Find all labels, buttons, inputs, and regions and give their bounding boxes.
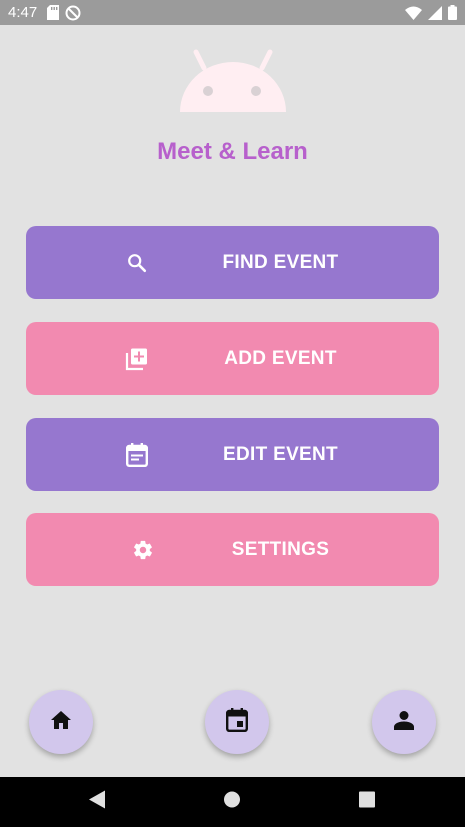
home-nav-button[interactable] [29,690,93,754]
add-to-library-icon [124,346,150,372]
search-icon [124,250,150,276]
settings-button[interactable]: SETTINGS [26,513,439,586]
calendar-nav-button[interactable] [205,690,269,754]
find-event-button[interactable]: FIND EVENT [26,226,439,299]
wifi-icon [405,6,422,20]
gear-icon [130,537,156,563]
profile-nav-button[interactable] [372,690,436,754]
system-nav-bar [0,777,465,827]
status-bar: 4:47 [0,0,465,25]
app-title: Meet & Learn [157,138,308,165]
signal-icon [428,5,442,20]
add-event-button[interactable]: ADD EVENT [26,322,439,395]
home-icon [50,710,72,735]
settings-label: SETTINGS [231,538,330,560]
status-left-icons [47,5,81,21]
add-event-label: ADD EVENT [224,347,337,369]
home-circle-icon[interactable] [224,791,241,813]
edit-event-label: EDIT EVENT [223,443,338,465]
back-triangle-icon[interactable] [89,790,105,814]
battery-icon [448,5,457,20]
status-time: 4:47 [8,4,38,21]
sd-card-icon [47,5,60,20]
status-right-icons [405,5,457,20]
edit-event-button[interactable]: EDIT EVENT [26,418,439,491]
no-sync-icon [65,5,81,21]
event-note-icon [124,442,150,468]
recents-square-icon[interactable] [359,791,375,813]
calendar-icon [226,707,249,737]
person-icon [394,710,414,735]
android-logo-icon [180,48,286,112]
find-event-label: FIND EVENT [222,251,339,273]
